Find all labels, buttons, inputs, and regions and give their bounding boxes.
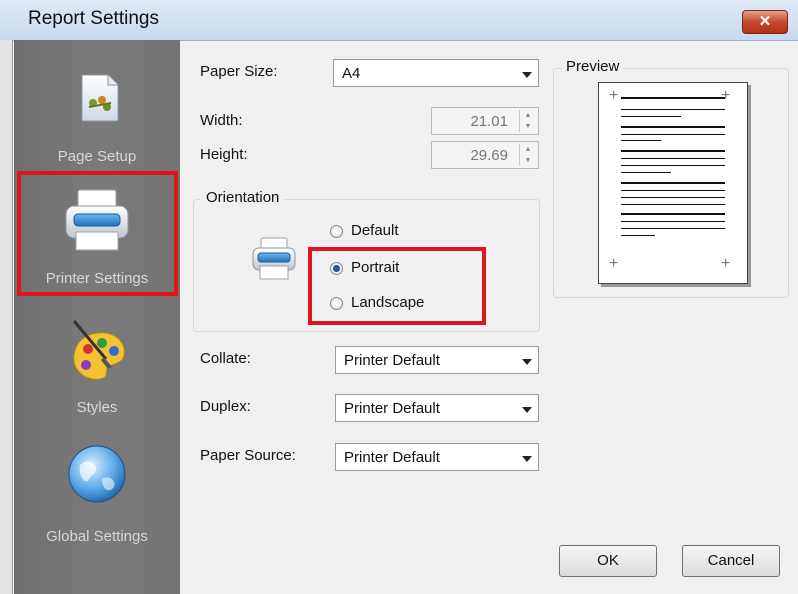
ok-button[interactable]: OK [559,545,657,577]
preview-line [621,158,725,159]
selected-item-highlight [17,171,178,296]
sidebar: Page Setup Printer Settings Styles Globa… [14,40,180,594]
sidebar-item-global-settings[interactable]: Global Settings [14,438,180,558]
sidebar-item-label: Global Settings [46,528,148,545]
collate-label: Collate: [200,350,251,367]
width-stepper[interactable]: 21.01 ▲ ▼ [431,107,539,135]
orientation-printer-icon [252,237,296,280]
paper-size-select[interactable]: A4 [333,59,539,87]
preview-line [621,165,725,166]
preview-line [621,228,725,229]
paper-source-select[interactable]: Printer Default [335,443,539,471]
preview-line [621,134,725,135]
height-value: 29.69 [470,147,508,164]
crop-mark-icon: + [721,87,731,104]
preview-line [621,182,725,184]
window-left-edge [0,40,13,594]
spin-down-icon: ▼ [524,123,532,130]
paper-source-label: Paper Source: [200,447,296,464]
preview-line [621,126,725,128]
duplex-select[interactable]: Printer Default [335,394,539,422]
paper-size-value: A4 [342,65,361,82]
chevron-down-icon [522,456,532,462]
page-setup-icon [81,74,119,122]
collate-value: Printer Default [344,352,440,369]
window-title: Report Settings [28,8,159,29]
width-spin-buttons[interactable]: ▲ ▼ [519,110,536,132]
preview-line [621,235,655,236]
spin-up-icon: ▲ [524,112,532,119]
spin-up-icon: ▲ [524,146,532,153]
duplex-value: Printer Default [344,400,440,417]
orientation-default-radio[interactable] [330,225,343,238]
crop-mark-icon: + [609,255,619,272]
close-icon: ✕ [758,13,772,30]
collate-select[interactable]: Printer Default [335,346,539,374]
preview-line [621,109,725,110]
cancel-button[interactable]: Cancel [682,545,780,577]
width-value: 21.01 [470,113,508,130]
orientation-group-label: Orientation [200,189,286,206]
chevron-down-icon [522,72,532,78]
sidebar-item-styles[interactable]: Styles [14,315,180,425]
sidebar-item-label: Page Setup [57,148,137,165]
height-label: Height: [200,146,248,163]
preview-line [621,140,661,141]
spin-down-icon: ▼ [524,157,532,164]
preview-line [621,172,671,173]
preview-line [621,204,725,205]
page-preview: + + + + [598,82,748,284]
preview-line [621,116,681,117]
preview-line [621,197,725,198]
chevron-down-icon [522,359,532,365]
duplex-label: Duplex: [200,398,251,415]
report-settings-dialog: Report Settings ✕ Page Setup Printer Set… [0,0,798,594]
preview-line [621,150,725,152]
chevron-down-icon [522,407,532,413]
preview-line [621,97,725,99]
orientation-default-label[interactable]: Default [351,222,399,239]
preview-label: Preview [562,58,624,75]
orientation-highlight [308,247,486,325]
sidebar-item-label: Styles [76,399,118,416]
close-button[interactable]: ✕ [742,10,788,34]
paper-size-label: Paper Size: [200,63,278,80]
crop-mark-icon: + [721,255,731,272]
globe-icon [68,445,126,503]
title-bar: Report Settings ✕ [0,0,798,41]
height-spin-buttons[interactable]: ▲ ▼ [519,144,536,166]
preview-line [621,190,725,191]
preview-line [621,221,725,222]
preview-line [621,213,725,215]
crop-mark-icon: + [609,87,619,104]
width-label: Width: [200,112,243,129]
height-stepper[interactable]: 29.69 ▲ ▼ [431,141,539,169]
palette-brush-icon [72,320,125,380]
sidebar-item-page-setup[interactable]: Page Setup [14,65,180,175]
paper-source-value: Printer Default [344,449,440,466]
